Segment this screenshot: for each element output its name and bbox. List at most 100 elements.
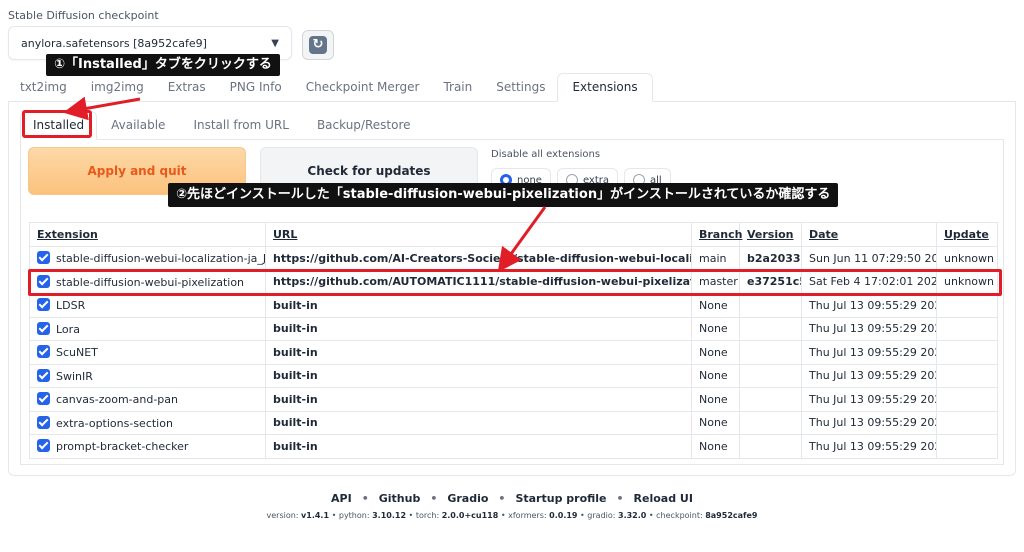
subtab-install-from-url[interactable]: Install from URL [179,118,302,139]
extension-name-cell: stable-diffusion-webui-pixelization [29,269,266,294]
extension-name: prompt-bracket-checker [56,440,189,454]
extension-url-cell: built-in [265,316,692,341]
table-row: stable-diffusion-webui-pixelization https… [29,269,998,294]
branch-cell: None [691,410,740,435]
checkbox-icon[interactable] [37,251,50,265]
footer-separator: • [498,511,509,520]
update-cell [936,340,998,365]
footer-links: API • Github • Gradio • Startup profile • Reload… [0,492,1024,505]
footer-separator: • [616,492,624,505]
extension-name: stable-diffusion-webui-pixelization [56,275,245,289]
extension-name: LDSR [56,299,86,313]
table-row: ScuNET built-in None Thu Jul 13 09:55:29 20… [29,340,998,365]
subtab-available[interactable]: Available [97,118,179,139]
table-row: extra-options-section built-in None Thu Jul… [29,410,998,435]
checkbox-icon[interactable] [37,439,50,453]
tab-settings[interactable]: Settings [484,80,557,101]
version-value: v1.4.1 [301,511,330,520]
extension-name-cell: ScuNET [29,340,266,365]
extension-name: SwinIR [56,369,93,383]
footer-link-reload-ui[interactable]: Reload UI [634,492,693,505]
version-value: 3.10.12 [372,511,407,520]
version-value: 3.32.0 [618,511,647,520]
date-cell: Sat Feb 4 17:02:01 2023 [801,269,937,294]
column-header-version[interactable]: Version [739,222,802,247]
checkbox-icon[interactable] [37,392,50,406]
refresh-checkpoint-button[interactable]: ↻ [302,30,334,60]
extension-url-cell: built-in [265,410,692,435]
checkbox-icon[interactable] [37,368,50,382]
version-value: 8a952cafe9 [705,511,758,520]
column-header-extension[interactable]: Extension [29,222,266,247]
refresh-icon: ↻ [309,36,327,54]
update-cell [936,387,998,412]
footer-separator: • [329,511,339,520]
branch-cell: None [691,316,740,341]
checkbox-icon[interactable] [37,415,50,429]
version-cell [739,387,802,412]
checkbox-icon[interactable] [37,321,50,335]
version-cell [739,434,802,459]
column-header-update[interactable]: Update [936,222,998,247]
footer-separator: • [406,511,416,520]
extension-name: ScuNET [56,346,98,360]
checkpoint-label: Stable Diffusion checkpoint [8,9,159,22]
footer-separator: • [361,492,369,505]
update-cell [936,316,998,341]
version-value: 2.0.0+cu118 [441,511,499,520]
branch-cell: None [691,293,740,318]
extension-name-cell: LDSR [29,293,266,318]
table-row: prompt-bracket-checker built-in None Thu Ju… [29,434,998,459]
tab-extras[interactable]: Extras [156,80,218,101]
column-header-url[interactable]: URL [265,222,692,247]
main-tabs: txt2img img2img Extras PNG Info Checkpoint M… [8,73,1016,102]
date-cell: Thu Jul 13 09:55:29 2023 [801,293,937,318]
tab-train[interactable]: Train [431,80,484,101]
branch-cell: main [691,246,740,271]
column-header-date[interactable]: Date [801,222,937,247]
table-header-row: Extension URL Branch Version Date Update [29,222,998,247]
version-value: 0.0.19 [549,511,578,520]
version-key: checkpoint: [656,511,706,520]
column-header-branch[interactable]: Branch [691,222,742,247]
subtab-installed[interactable]: Installed [20,111,98,140]
footer-link-startup-profile[interactable]: Startup profile [515,492,606,505]
update-cell: unknown [936,269,998,294]
footer-separator: • [577,511,588,520]
tab-txt2img[interactable]: txt2img [8,80,79,101]
version-cell [739,316,802,341]
version-cell [739,293,802,318]
date-cell: Thu Jul 13 09:55:29 2023 [801,387,937,412]
update-cell [936,363,998,388]
version-key: torch: [415,511,442,520]
version-key: version: [266,511,302,520]
callout-step1: ①「Installed」タブをクリックする [46,54,280,76]
checkbox-icon[interactable] [37,274,50,288]
extension-name-cell: extra-options-section [29,410,266,435]
extensions-table: Extension URL Branch Version Date Update stab… [29,222,998,459]
footer-link-github[interactable]: Github [379,492,421,505]
extension-url-cell: https://github.com/AI-Creators-Society/s… [265,246,692,271]
extension-name-cell: Lora [29,316,266,341]
tab-checkpoint-merger[interactable]: Checkpoint Merger [294,80,432,101]
extension-url-cell: built-in [265,293,692,318]
checkbox-icon[interactable] [37,345,50,359]
footer-separator: • [498,492,506,505]
tab-png-info[interactable]: PNG Info [218,80,294,101]
footer-link-gradio[interactable]: Gradio [447,492,488,505]
branch-cell: None [691,387,740,412]
version-key: xformers: [508,511,550,520]
checkpoint-value: anylora.safetensors [8a952cafe9] [21,36,207,50]
branch-cell: None [691,434,740,459]
footer-separator: • [646,511,657,520]
date-cell: Thu Jul 13 09:55:29 2023 [801,410,937,435]
checkbox-icon[interactable] [37,298,50,312]
table-row: canvas-zoom-and-pan built-in None Thu Jul 1… [29,387,998,412]
version-key: python: [338,511,373,520]
extension-name: Lora [56,322,80,336]
tab-extensions[interactable]: Extensions [557,73,653,102]
extension-name-cell: SwinIR [29,363,266,388]
footer-link-api[interactable]: API [331,492,352,505]
subtab-backup-restore[interactable]: Backup/Restore [303,118,425,139]
tab-img2img[interactable]: img2img [79,80,156,101]
